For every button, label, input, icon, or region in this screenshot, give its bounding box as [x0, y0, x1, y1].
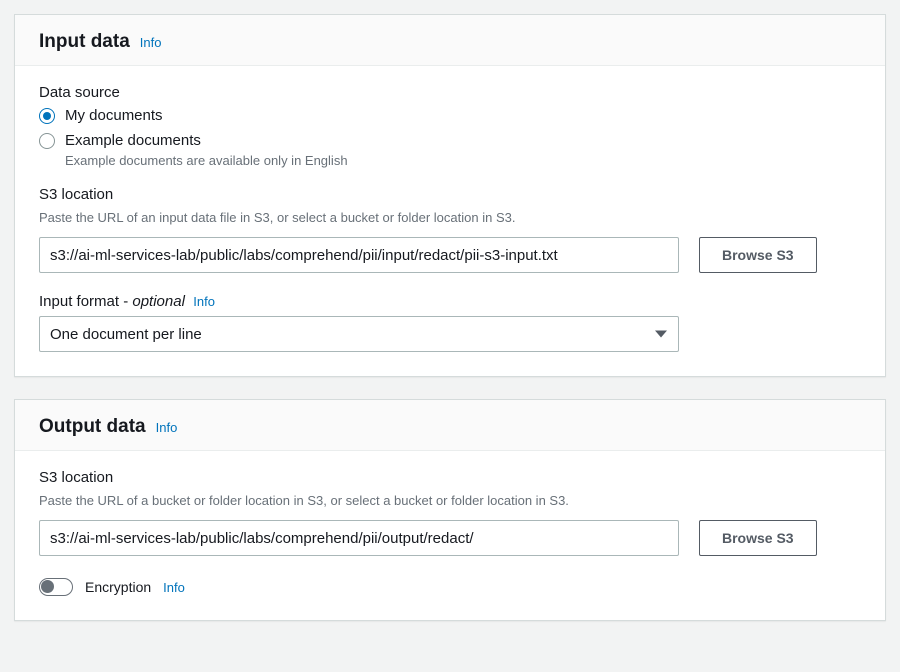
- output-panel-header: Output data Info: [15, 400, 885, 451]
- output-s3-label: S3 location: [39, 469, 861, 486]
- output-info-link[interactable]: Info: [156, 420, 178, 435]
- input-s3-desc: Paste the URL of an input data file in S…: [39, 209, 861, 227]
- input-format-label: Input format - optional Info: [39, 293, 861, 310]
- input-format-select[interactable]: One document per line: [39, 316, 679, 352]
- input-data-panel: Input data Info Data source My documents…: [14, 14, 886, 377]
- input-panel-title: Input data: [39, 31, 130, 53]
- input-browse-s3-button[interactable]: Browse S3: [699, 237, 817, 273]
- radio-my-documents[interactable]: My documents: [39, 107, 861, 124]
- data-source-label: Data source: [39, 84, 861, 101]
- input-format-label-text: Input format -: [39, 293, 132, 310]
- output-browse-s3-button[interactable]: Browse S3: [699, 520, 817, 556]
- chevron-down-icon: [655, 331, 667, 338]
- input-format-info-link[interactable]: Info: [193, 294, 215, 309]
- radio-my-documents-label: My documents: [65, 107, 163, 124]
- data-source-radio-group: My documents Example documents Example d…: [39, 107, 861, 168]
- encryption-toggle[interactable]: [39, 578, 73, 596]
- radio-example-documents-label: Example documents: [65, 132, 201, 149]
- output-s3-location-input[interactable]: [39, 520, 679, 556]
- input-panel-header: Input data Info: [15, 15, 885, 66]
- output-data-panel: Output data Info S3 location Paste the U…: [14, 399, 886, 621]
- input-format-value: One document per line: [50, 326, 202, 343]
- radio-icon: [39, 108, 55, 124]
- example-docs-hint: Example documents are available only in …: [65, 153, 861, 168]
- radio-example-documents[interactable]: Example documents: [39, 132, 861, 149]
- encryption-label: Encryption: [85, 579, 151, 595]
- output-panel-title: Output data: [39, 416, 146, 438]
- radio-icon: [39, 133, 55, 149]
- encryption-info-link[interactable]: Info: [163, 580, 185, 595]
- input-info-link[interactable]: Info: [140, 35, 162, 50]
- output-s3-desc: Paste the URL of a bucket or folder loca…: [39, 492, 861, 510]
- input-format-optional: optional: [132, 293, 185, 310]
- input-s3-location-input[interactable]: [39, 237, 679, 273]
- input-s3-label: S3 location: [39, 186, 861, 203]
